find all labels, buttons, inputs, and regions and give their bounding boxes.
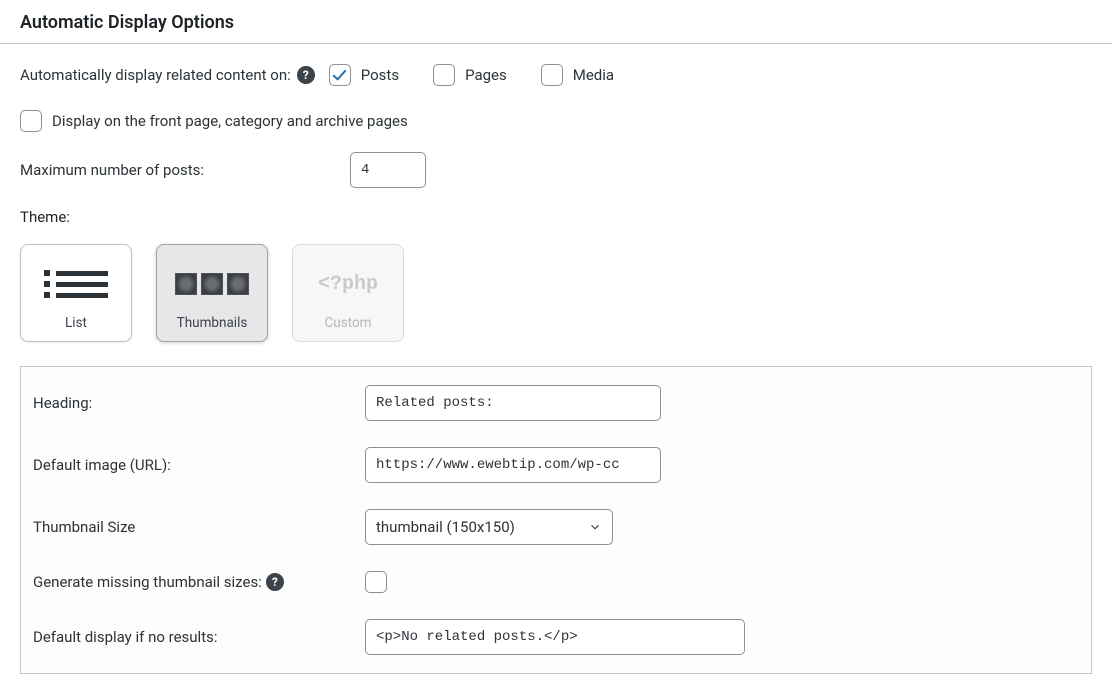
no-results-label: Default display if no results:: [33, 628, 365, 646]
posts-checkbox-label[interactable]: Posts: [361, 66, 399, 84]
frontpage-checkbox[interactable]: [20, 110, 42, 132]
thumbnails-settings-panel: Heading: Default image (URL): Thumbnail …: [20, 366, 1092, 674]
max-posts-input[interactable]: [350, 152, 426, 188]
thumbnail-size-label: Thumbnail Size: [33, 518, 365, 536]
pages-checkbox-label[interactable]: Pages: [465, 66, 507, 84]
theme-option-thumbnails-label: Thumbnails: [163, 315, 261, 331]
theme-options: List Thumbnails <?php Custom: [20, 244, 1092, 342]
default-image-input[interactable]: [365, 447, 661, 483]
theme-label: Theme:: [20, 208, 1092, 226]
max-posts-label: Maximum number of posts:: [20, 161, 350, 179]
posts-checkbox[interactable]: [329, 64, 351, 86]
generate-missing-label: Generate missing thumbnail sizes: ?: [33, 573, 365, 591]
heading-label: Heading:: [33, 394, 365, 412]
section-title: Automatic Display Options: [0, 0, 1112, 43]
theme-option-list-label: List: [27, 315, 125, 331]
media-checkbox[interactable]: [541, 64, 563, 86]
list-icon: [27, 263, 125, 305]
frontpage-checkbox-label[interactable]: Display on the front page, category and …: [52, 112, 408, 130]
theme-option-custom[interactable]: <?php Custom: [292, 244, 404, 342]
default-image-label: Default image (URL):: [33, 456, 365, 474]
no-results-input[interactable]: [365, 619, 745, 655]
theme-option-thumbnails[interactable]: Thumbnails: [156, 244, 268, 342]
php-icon: <?php: [299, 263, 397, 305]
heading-input[interactable]: [365, 385, 661, 421]
thumbnail-size-select[interactable]: thumbnail (150x150): [365, 509, 613, 545]
auto-display-label: Automatically display related content on…: [20, 66, 291, 84]
pages-checkbox[interactable]: [433, 64, 455, 86]
theme-option-list[interactable]: List: [20, 244, 132, 342]
help-icon[interactable]: ?: [266, 573, 284, 591]
thumbnails-icon: [163, 263, 261, 305]
media-checkbox-label[interactable]: Media: [573, 66, 614, 84]
help-icon[interactable]: ?: [297, 66, 315, 84]
theme-option-custom-label: Custom: [299, 315, 397, 331]
generate-missing-checkbox[interactable]: [365, 571, 387, 593]
